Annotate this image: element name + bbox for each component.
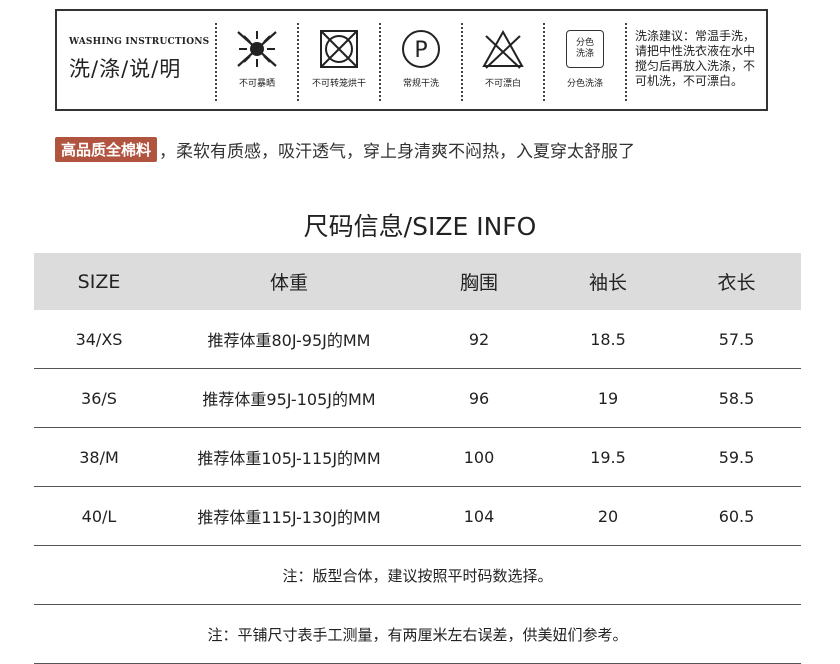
fit-note: 注：版型合体，建议按照平时码数选择。 xyxy=(34,546,801,605)
no-sun-icon xyxy=(237,31,277,67)
measurement-note: 注：平铺尺寸表手工测量，有两厘米左右误差，供美妞们参考。 xyxy=(34,605,801,664)
cell-chest: 100 xyxy=(463,447,495,467)
no-tumble-dry-icon xyxy=(320,30,358,68)
wash-item-no-bleach: 不可漂白 xyxy=(461,23,543,101)
table-row: 34/XS 推荐体重80J-95J的MM 92 18.5 57.5 xyxy=(34,310,801,369)
wash-separately-icon: 分色 洗涤 xyxy=(566,30,604,68)
cell-chest: 96 xyxy=(468,388,490,408)
wash-item-no-tumble-dry: 不可转笼烘干 xyxy=(297,23,379,101)
cell-sleeve: 19 xyxy=(597,388,619,408)
no-tumble-dry-caption: 不可转笼烘干 xyxy=(311,79,366,89)
wash-item-dry-clean: P 常规干洗 xyxy=(379,23,461,101)
no-bleach-icon xyxy=(482,29,524,69)
product-tagline: 高品质全棉料 ，柔软有质感，吸汗透气，穿上身清爽不闷热，入夏穿太舒服了 xyxy=(55,137,635,162)
cell-length: 57.5 xyxy=(718,329,755,349)
cell-chest: 104 xyxy=(463,506,495,526)
cell-size: 36/S xyxy=(81,388,117,408)
cell-sleeve: 18.5 xyxy=(590,329,626,349)
wash-separately-symbol-line1: 分色 xyxy=(575,38,594,48)
table-header-row: SIZE 体重 胸围 袖长 衣长 xyxy=(34,253,801,310)
cell-size: 38/M xyxy=(79,447,119,467)
wash-item-separate: 分色 洗涤 分色洗涤 xyxy=(543,23,625,101)
cell-chest: 92 xyxy=(468,329,490,349)
header-weight: 体重 xyxy=(269,272,308,294)
header-length: 衣长 xyxy=(717,272,756,294)
cell-weight: 推荐体重80J-95J的MM xyxy=(207,331,371,350)
wash-advice-text: 洗涤建议：常温手洗，请把中性洗衣液在水中搅匀后再放入洗涤，不可机洗，不可漂白。 xyxy=(625,23,766,101)
size-table: SIZE 体重 胸围 袖长 衣长 34/XS 推荐体重80J-95J的MM 92… xyxy=(34,253,801,664)
cell-sleeve: 20 xyxy=(597,506,619,526)
header-sleeve: 袖长 xyxy=(588,272,627,294)
table-row: 40/L 推荐体重115J-130J的MM 104 20 60.5 xyxy=(34,487,801,546)
table-row: 36/S 推荐体重95J-105J的MM 96 19 58.5 xyxy=(34,369,801,428)
quality-badge: 高品质全棉料 xyxy=(55,137,158,162)
header-size: SIZE xyxy=(77,270,121,293)
cell-sleeve: 19.5 xyxy=(590,447,626,467)
wash-separately-symbol-line2: 洗涤 xyxy=(575,49,594,59)
cell-length: 59.5 xyxy=(718,447,755,467)
header-chest: 胸围 xyxy=(459,272,498,294)
cell-size: 40/L xyxy=(81,506,117,526)
no-sun-caption: 不可暴晒 xyxy=(238,79,275,89)
cell-weight: 推荐体重115J-130J的MM xyxy=(197,508,381,527)
cell-weight: 推荐体重105J-115J的MM xyxy=(197,449,381,468)
wash-item-no-sun: 不可暴晒 xyxy=(215,23,297,101)
dry-clean-p-icon: P xyxy=(402,30,440,68)
washing-title-zh: 洗/涤/说/明 xyxy=(69,57,182,81)
dry-clean-caption: 常规干洗 xyxy=(402,79,439,89)
washing-title: WASHING INSTRUCTIONS 洗/涤/说/明 xyxy=(57,11,215,109)
cell-size: 34/XS xyxy=(75,329,123,349)
tagline-text: ，柔软有质感，吸汗透气，穿上身清爽不闷热，入夏穿太舒服了 xyxy=(159,142,636,162)
cell-weight: 推荐体重95J-105J的MM xyxy=(202,390,376,409)
washing-instructions-box: WASHING INSTRUCTIONS 洗/涤/说/明 不可暴晒 不可转笼烘干… xyxy=(55,9,768,111)
cell-length: 58.5 xyxy=(718,388,755,408)
table-row: 38/M 推荐体重105J-115J的MM 100 19.5 59.5 xyxy=(34,428,801,487)
washing-title-en: WASHING INSTRUCTIONS xyxy=(69,37,210,47)
dry-clean-symbol: P xyxy=(414,38,427,63)
size-info-title: 尺码信息/SIZE INFO xyxy=(303,212,537,241)
no-bleach-caption: 不可漂白 xyxy=(484,79,521,89)
wash-separately-caption: 分色洗涤 xyxy=(566,79,603,89)
cell-length: 60.5 xyxy=(718,506,755,526)
